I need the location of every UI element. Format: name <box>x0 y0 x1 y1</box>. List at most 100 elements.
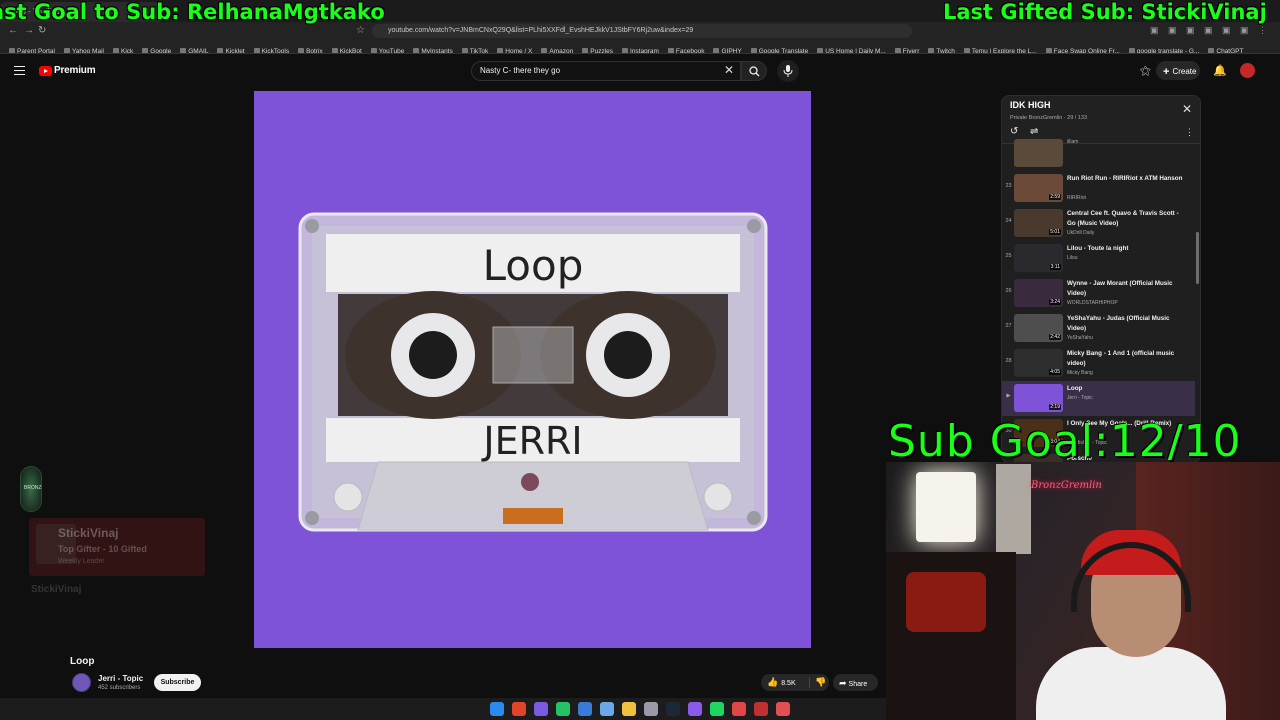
app-icon[interactable] <box>776 702 790 716</box>
steam-icon[interactable] <box>666 702 680 716</box>
close-icon[interactable]: ✕ <box>1182 102 1192 116</box>
bookmark-item[interactable]: Twitch <box>928 45 955 53</box>
playlist-item[interactable]: 23 2:59 Run Riot Run - RIRIRiot x ATM Hans… <box>1002 171 1195 206</box>
obs-icon[interactable] <box>754 702 768 716</box>
bookmark-item[interactable]: YouTube <box>370 45 404 53</box>
bookmark-label: Facebook <box>675 48 705 54</box>
dislike-button[interactable]: 👎 <box>809 677 826 688</box>
url-field[interactable]: youtube.com/watch?v=JNBmCNxQ29Q&list=PLh… <box>372 24 912 38</box>
folder-icon[interactable] <box>622 702 636 716</box>
voice-search-button[interactable] <box>777 60 799 82</box>
bookmark-favicon-icon <box>217 48 224 53</box>
search-input[interactable] <box>480 66 720 75</box>
menu-icon[interactable] <box>14 66 25 75</box>
premium-label[interactable]: Premium <box>54 65 96 76</box>
bookmark-item[interactable]: KickTools <box>253 45 289 53</box>
bookmark-item[interactable]: ChatGPT <box>1208 45 1243 53</box>
close-icon[interactable]: ✕ <box>724 63 734 77</box>
subscribe-button[interactable]: Subscribe <box>154 674 201 691</box>
search-button[interactable] <box>741 61 767 81</box>
menu-dots-icon[interactable]: ⋮ <box>1258 25 1267 36</box>
start-icon[interactable] <box>490 702 504 716</box>
youtube-logo-icon[interactable] <box>39 66 52 76</box>
bookmark-item[interactable]: Yahoo Mail <box>63 45 104 53</box>
playlist-item[interactable]: 25 3:11 Lilou - Toute la night Lilou <box>1002 241 1195 276</box>
playlist-thumbnail[interactable]: 2:19 <box>1014 384 1063 412</box>
playlist-item[interactable]: 28 4:05 Micky Bang - 1 And 1 (official mus… <box>1002 346 1195 381</box>
extension-icon[interactable]: ▣ <box>1240 25 1249 36</box>
share-button[interactable]: ➦ Share <box>833 674 878 691</box>
playlist-scrollbar[interactable] <box>1196 232 1199 284</box>
app-icon[interactable] <box>732 702 746 716</box>
whatsapp-icon[interactable] <box>556 702 570 716</box>
bookmark-item[interactable]: Temu | Explore the L... <box>963 45 1037 54</box>
playlist-thumbnail[interactable]: 3:24 <box>1014 279 1063 307</box>
bookmark-star-icon[interactable]: ☆ <box>356 25 365 36</box>
bookmark-item[interactable]: Kick <box>112 45 133 53</box>
bookmark-item[interactable]: Puzzles <box>582 45 613 53</box>
extension-icon[interactable]: ▣ <box>1222 25 1231 36</box>
bookmark-item[interactable]: GIPHY <box>713 45 742 53</box>
playlist-item-current[interactable]: ▶ 2:19 Loop Jerri - Topic <box>1002 381 1195 416</box>
forward-icon[interactable]: → <box>24 25 34 36</box>
playlist-thumbnail[interactable] <box>1014 139 1063 167</box>
playlist-item[interactable]: 24 5:01 Central Cee ft. Quavo & Travis Sco… <box>1002 206 1195 241</box>
video-title: Loop <box>70 656 95 667</box>
extension-icon[interactable]: ▣ <box>1186 25 1195 36</box>
extension-icon[interactable]: ▣ <box>1168 25 1177 36</box>
bookmark-item[interactable]: TikTok <box>461 45 489 54</box>
playlist-item[interactable]: 27 2:42 YeShaYahu - Judas (Official Music … <box>1002 311 1195 346</box>
youtube-masthead: Premium ✕ ⚝ +Create 🔔 <box>0 56 1280 86</box>
bookmark-favicon-icon <box>497 48 504 53</box>
playlist-item[interactable]: 26 3:24 Wynne - Jaw Morant (Official Music… <box>1002 276 1195 311</box>
bookmark-item[interactable]: Google <box>142 45 171 53</box>
photos-icon[interactable] <box>600 702 614 716</box>
bell-icon[interactable]: 🔔 <box>1213 64 1227 77</box>
bookmark-item[interactable]: google translate - G... <box>1128 45 1199 53</box>
bookmark-label: TikTok <box>469 48 489 54</box>
playlist-item[interactable]: illiam <box>1002 136 1195 171</box>
channel-avatar[interactable] <box>72 673 91 692</box>
bookmark-item[interactable]: KickBot <box>331 45 362 53</box>
back-icon[interactable]: ← <box>8 25 18 36</box>
bookmark-item[interactable]: Instagram <box>622 45 659 53</box>
bookmark-favicon-icon <box>928 48 935 53</box>
bookmark-item[interactable]: Home / X <box>497 45 532 53</box>
app-icon[interactable] <box>688 702 702 716</box>
video-player[interactable]: Loop JERRI <box>254 91 811 648</box>
like-button[interactable]: 👍 8.5K <box>767 677 796 688</box>
bookmark-label: Temu | Explore the L... <box>971 48 1037 54</box>
extension-icon[interactable]: ▣ <box>1150 25 1159 36</box>
bookmark-item[interactable]: Facebook <box>667 45 705 54</box>
playlist-thumbnail[interactable]: 5:01 <box>1014 209 1063 237</box>
avatar[interactable] <box>1240 63 1255 78</box>
bookmark-item[interactable]: Fiverr <box>894 45 919 53</box>
explorer-icon[interactable] <box>578 702 592 716</box>
playlist-item-channel: Jerri - Topic <box>1067 395 1093 401</box>
bookmark-item[interactable]: Kicklet <box>217 45 245 53</box>
channel-name[interactable]: Jerri - Topic <box>98 674 143 683</box>
playlist-thumbnail[interactable]: 3:11 <box>1014 244 1063 272</box>
bookmark-item[interactable]: GMAIL <box>180 45 208 53</box>
bookmark-item[interactable]: MyInstants <box>413 45 453 53</box>
playlist-thumbnail[interactable]: 2:59 <box>1014 174 1063 202</box>
bookmark-item[interactable]: Google Translate <box>750 45 808 53</box>
bookmark-item[interactable]: Botrix <box>298 45 323 53</box>
create-button[interactable]: + Create <box>1156 61 1200 80</box>
bookmark-item[interactable]: Amazon <box>541 45 573 53</box>
bookmark-item[interactable]: US Home | Daily M... <box>817 45 886 53</box>
reload-icon[interactable]: ↻ <box>38 25 46 36</box>
bookmark-item[interactable]: Face Swap Online Fr... <box>1045 45 1120 53</box>
spotify-icon[interactable] <box>710 702 724 716</box>
playlist-title[interactable]: IDK HIGH <box>1010 100 1051 110</box>
bookmark-item[interactable]: Parent Portal <box>9 45 55 53</box>
playlist-item-channel: illiam <box>1067 139 1079 145</box>
settings-icon[interactable] <box>644 702 658 716</box>
cast-icon[interactable]: ⚝ <box>1140 65 1151 78</box>
brave-icon[interactable] <box>512 702 526 716</box>
search-box[interactable] <box>471 61 741 81</box>
discord-icon[interactable] <box>534 702 548 716</box>
extension-icon[interactable]: ▣ <box>1204 25 1213 36</box>
playlist-thumbnail[interactable]: 2:42 <box>1014 314 1063 342</box>
playlist-thumbnail[interactable]: 4:05 <box>1014 349 1063 377</box>
